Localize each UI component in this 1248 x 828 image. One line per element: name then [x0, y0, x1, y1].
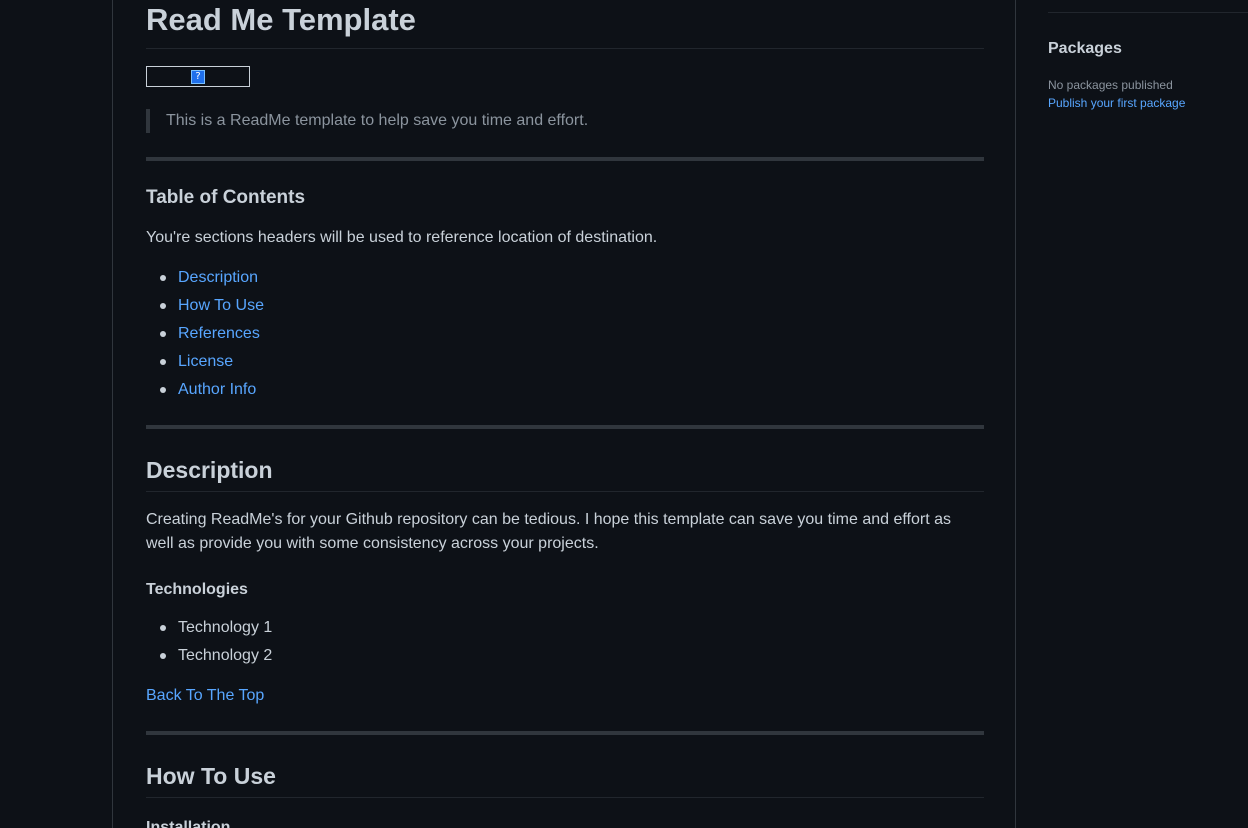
- bullet-dot: [160, 387, 166, 393]
- technology-item: Technology 2: [146, 642, 272, 670]
- bullet-dot: [160, 303, 166, 309]
- repo-sidebar: Packages No packages published Publish y…: [1048, 0, 1248, 828]
- toc-link-description[interactable]: Description: [178, 269, 258, 286]
- technology-label: Technology 2: [178, 647, 273, 664]
- toc-link-how-to-use[interactable]: How To Use: [178, 297, 264, 314]
- toc-item-license: License: [146, 348, 264, 376]
- packages-heading[interactable]: Packages: [1048, 40, 1122, 58]
- bullet-dot: [160, 653, 166, 659]
- broken-image-icon: ?: [191, 70, 205, 84]
- bullet-dot: [160, 275, 166, 281]
- technologies-heading: Technologies: [146, 581, 248, 598]
- toc-link-license[interactable]: License: [178, 353, 233, 370]
- toc-item-author-info: Author Info: [146, 376, 264, 404]
- toc-item-description: Description: [146, 264, 264, 292]
- sidebar-divider: [1048, 12, 1248, 13]
- description-body-line-2: well as provide you with some consistenc…: [146, 535, 599, 552]
- back-to-top-link[interactable]: Back To The Top: [146, 684, 264, 708]
- bullet-dot: [160, 625, 166, 631]
- divider-3: [146, 731, 984, 735]
- badge-image[interactable]: ?: [146, 66, 250, 87]
- toc-link-references[interactable]: References: [178, 325, 260, 342]
- readme-title: Read Me Template: [146, 2, 984, 49]
- toc-link-author-info[interactable]: Author Info: [178, 381, 256, 398]
- technology-label: Technology 1: [178, 619, 273, 636]
- toc-list: Description How To Use References Licens…: [146, 264, 264, 404]
- how-to-use-heading: How To Use: [146, 761, 984, 798]
- technology-item: Technology 1: [146, 614, 272, 642]
- toc-item-references: References: [146, 320, 264, 348]
- description-heading: Description: [146, 455, 984, 492]
- bullet-dot: [160, 331, 166, 337]
- toc-intro: You're sections headers will be used to …: [146, 229, 658, 246]
- toc-heading: Table of Contents: [146, 187, 306, 208]
- readme-container: Read Me Template ? This is a ReadMe temp…: [112, 0, 1016, 828]
- divider-1: [146, 157, 984, 161]
- bullet-dot: [160, 359, 166, 365]
- page: Read Me Template ? This is a ReadMe temp…: [0, 0, 1248, 828]
- technologies-list: Technology 1 Technology 2: [146, 614, 272, 670]
- intro-blockquote: This is a ReadMe template to help save y…: [146, 109, 984, 133]
- installation-heading: Installation: [146, 819, 231, 828]
- publish-package-link[interactable]: Publish your first package: [1048, 96, 1185, 110]
- toc-item-how-to-use: How To Use: [146, 292, 264, 320]
- packages-empty-text: No packages published: [1048, 78, 1173, 92]
- description-body-line-1: Creating ReadMe's for your Github reposi…: [146, 511, 951, 528]
- divider-2: [146, 425, 984, 429]
